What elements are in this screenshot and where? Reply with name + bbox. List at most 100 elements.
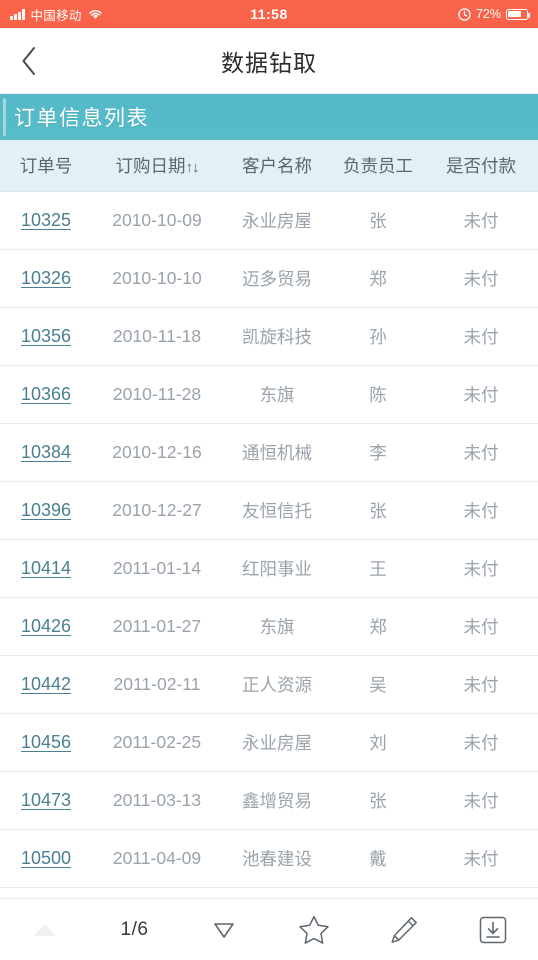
star-icon <box>297 913 331 947</box>
order-id-link[interactable]: 10366 <box>21 384 71 404</box>
cell-order-date: 2010-11-28 <box>112 384 202 404</box>
cell-order-date: 2010-12-16 <box>112 442 202 462</box>
table-row[interactable]: 10366 2010-11-28 东旗 陈 未付 <box>0 366 538 424</box>
column-header-order-date[interactable]: 订购日期↑↓ <box>92 153 222 178</box>
order-id-link[interactable]: 10426 <box>21 616 71 636</box>
cell-order-id[interactable]: 10326 <box>0 268 92 289</box>
column-header-payment[interactable]: 是否付款 <box>424 153 538 178</box>
table-row[interactable]: 10456 2011-02-25 永业房屋 刘 未付 <box>0 714 538 772</box>
cell-customer: 通恒机械 <box>242 443 312 463</box>
table-row[interactable]: 10396 2010-12-27 友恒信托 张 未付 <box>0 482 538 540</box>
cell-order-date: 2010-11-18 <box>112 326 202 346</box>
column-header-employee[interactable]: 负责员工 <box>332 153 424 178</box>
app-root: 中国移动 11:58 72% 数据钻取 订单信息列表 订单号 订购日期↑↓ 客户… <box>0 0 538 960</box>
battery-percent-label: 72% <box>475 7 501 21</box>
cell-employee: 王 <box>369 559 387 579</box>
cell-order-date: 2011-01-27 <box>112 616 202 636</box>
cell-employee: 郑 <box>369 269 387 289</box>
table-row[interactable]: 10326 2010-10-10 迈多贸易 郑 未付 <box>0 250 538 308</box>
order-id-link[interactable]: 10384 <box>21 442 71 462</box>
signal-bars-icon <box>10 8 25 20</box>
cell-order-id[interactable]: 10366 <box>0 384 92 405</box>
bottom-toolbar: 1/6 <box>0 898 538 960</box>
cell-order-date: 2011-02-25 <box>112 732 202 752</box>
cell-order-date: 2011-03-13 <box>112 790 202 810</box>
cell-customer: 东旗 <box>259 617 295 637</box>
previous-page-button[interactable] <box>0 899 90 960</box>
cell-order-id[interactable]: 10426 <box>0 616 92 637</box>
cell-order-id[interactable]: 10456 <box>0 732 92 753</box>
cell-order-date: 2010-10-10 <box>112 268 202 288</box>
order-id-link[interactable]: 10356 <box>21 326 71 346</box>
cell-order-id[interactable]: 10396 <box>0 500 92 521</box>
order-id-link[interactable]: 10500 <box>21 848 71 868</box>
cell-order-id[interactable]: 10356 <box>0 326 92 347</box>
table-header-row: 订单号 订购日期↑↓ 客户名称 负责员工 是否付款 <box>0 140 538 192</box>
cell-order-date: 2011-01-14 <box>112 558 202 578</box>
order-id-link[interactable]: 10396 <box>21 500 71 520</box>
order-id-link[interactable]: 10326 <box>21 268 71 288</box>
order-id-link[interactable]: 10473 <box>21 790 71 810</box>
cell-customer: 鑫增贸易 <box>242 791 312 811</box>
cell-order-id[interactable]: 10414 <box>0 558 92 579</box>
cell-payment-status: 未付 <box>463 733 499 753</box>
page-indicator: 1/6 <box>90 899 180 960</box>
cell-payment-status: 未付 <box>463 269 499 289</box>
cell-customer: 正人资源 <box>242 675 312 695</box>
cell-payment-status: 未付 <box>463 791 499 811</box>
cell-order-date: 2011-02-11 <box>113 674 201 694</box>
sort-arrows-icon[interactable]: ↑↓ <box>186 159 200 176</box>
cell-customer: 永业房屋 <box>242 733 312 753</box>
next-page-button[interactable] <box>179 899 269 960</box>
cell-payment-status: 未付 <box>463 443 499 463</box>
battery-icon <box>506 8 531 20</box>
cell-order-date: 2010-12-27 <box>112 500 202 520</box>
download-button[interactable] <box>448 899 538 960</box>
order-id-link[interactable]: 10325 <box>21 210 71 230</box>
cell-customer: 永业房屋 <box>242 211 312 231</box>
table-row[interactable]: 10356 2010-11-18 凯旋科技 孙 未付 <box>0 308 538 366</box>
column-header-customer[interactable]: 客户名称 <box>222 153 332 178</box>
table-row[interactable]: 10414 2011-01-14 红阳事业 王 未付 <box>0 540 538 598</box>
cell-customer: 东旗 <box>259 385 295 405</box>
status-bar-left: 中国移动 <box>10 5 103 24</box>
cell-payment-status: 未付 <box>463 327 499 347</box>
back-button[interactable] <box>0 28 58 94</box>
page-indicator-label: 1/6 <box>120 918 149 940</box>
table-row[interactable]: 10500 2011-04-09 池春建设 戴 未付 <box>0 830 538 888</box>
table-row[interactable]: 10325 2010-10-09 永业房屋 张 未付 <box>0 192 538 250</box>
triangle-up-icon <box>33 923 56 936</box>
table-row[interactable]: 10442 2011-02-11 正人资源 吴 未付 <box>0 656 538 714</box>
column-header-order-date-label: 订购日期 <box>115 156 186 176</box>
cell-order-id[interactable]: 10384 <box>0 442 92 463</box>
cell-payment-status: 未付 <box>463 211 499 231</box>
edit-button[interactable] <box>359 899 449 960</box>
cell-payment-status: 未付 <box>463 501 499 521</box>
cell-payment-status: 未付 <box>463 617 499 637</box>
pencil-icon <box>387 913 421 947</box>
cell-order-id[interactable]: 10500 <box>0 848 92 869</box>
cell-order-id[interactable]: 10473 <box>0 790 92 811</box>
wifi-icon <box>88 9 103 20</box>
order-id-link[interactable]: 10414 <box>21 558 71 578</box>
status-bar-right: 72% <box>458 7 531 21</box>
cell-employee: 刘 <box>369 733 387 753</box>
cell-order-id[interactable]: 10325 <box>0 210 92 231</box>
download-icon <box>477 914 509 946</box>
table-row[interactable]: 10426 2011-01-27 东旗 郑 未付 <box>0 598 538 656</box>
section-header: 订单信息列表 <box>0 94 538 140</box>
order-id-link[interactable]: 10442 <box>21 674 71 694</box>
cell-employee: 张 <box>369 211 387 231</box>
table-row[interactable]: 10473 2011-03-13 鑫增贸易 张 未付 <box>0 772 538 830</box>
table-row[interactable]: 10384 2010-12-16 通恒机械 李 未付 <box>0 424 538 482</box>
triangle-down-icon <box>212 919 236 941</box>
cell-customer: 迈多贸易 <box>242 269 312 289</box>
order-id-link[interactable]: 10456 <box>21 732 71 752</box>
column-header-order-id[interactable]: 订单号 <box>0 153 92 178</box>
cell-employee: 郑 <box>369 617 387 637</box>
favorite-button[interactable] <box>269 899 359 960</box>
cell-order-id[interactable]: 10442 <box>0 674 92 695</box>
status-bar: 中国移动 11:58 72% <box>0 0 538 28</box>
cell-employee: 吴 <box>369 675 387 695</box>
cell-employee: 陈 <box>369 385 387 405</box>
